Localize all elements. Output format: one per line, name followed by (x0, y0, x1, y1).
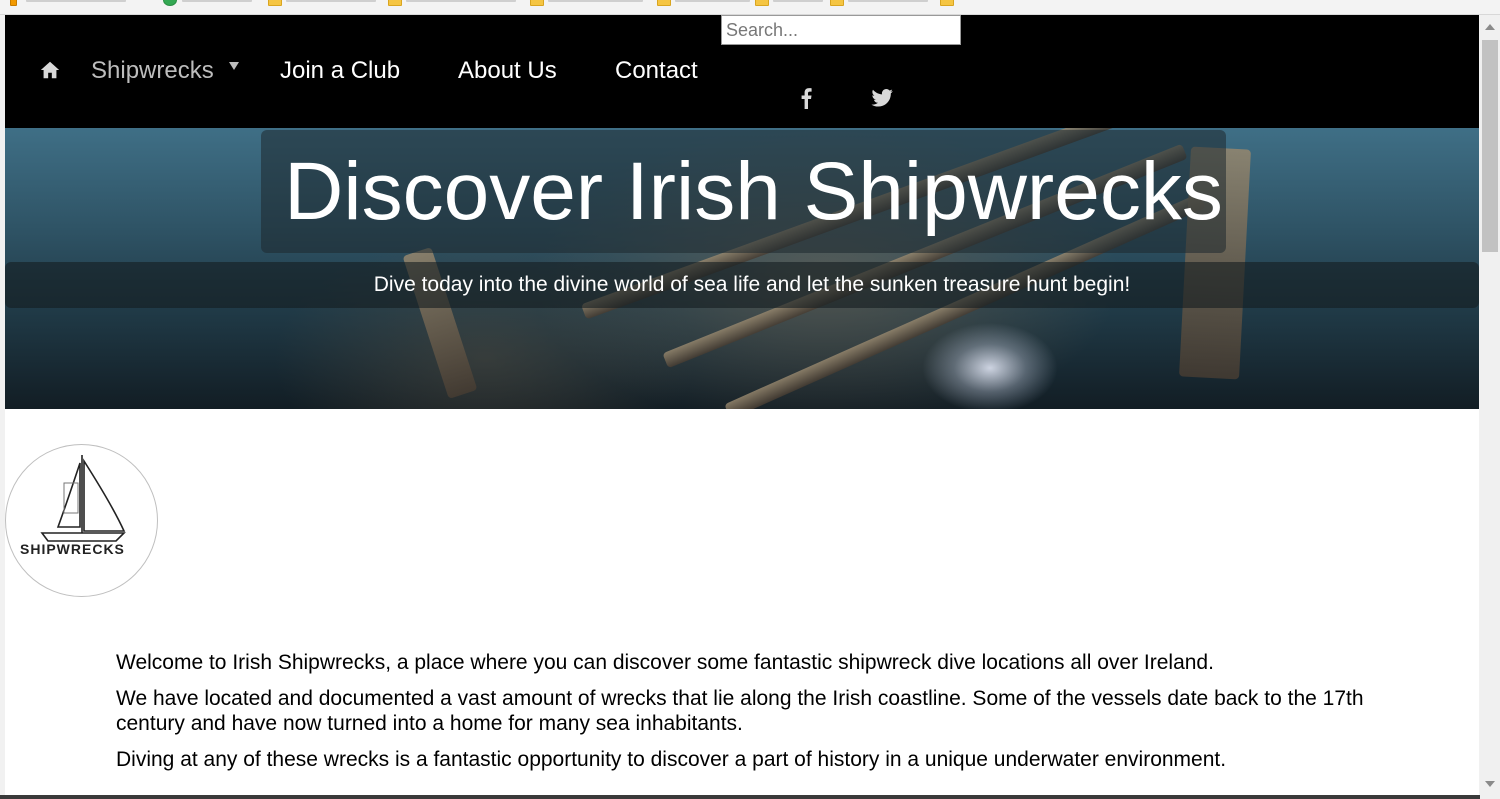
nav-item-contact[interactable]: Contact (615, 57, 698, 85)
page-viewport: Shipwrecks Join a Club About Us Contact … (5, 15, 1479, 799)
folder-icon[interactable] (530, 0, 544, 6)
intro-text: Welcome to Irish Shipwrecks, a place whe… (116, 650, 1386, 783)
search-input[interactable] (721, 15, 961, 45)
bookmark-label[interactable] (773, 0, 823, 2)
twitter-icon[interactable] (871, 89, 893, 107)
hero-subtitle: Dive today into the divine world of sea … (373, 273, 1131, 296)
hero-title: Discover Irish Shipwrecks (284, 146, 1223, 237)
bookmark-label[interactable] (286, 0, 376, 2)
window-bottom-edge (0, 795, 1480, 799)
facebook-icon[interactable] (799, 87, 813, 109)
intro-paragraph: We have located and documented a vast am… (116, 687, 1364, 735)
nav-item-shipwrecks[interactable]: Shipwrecks (91, 57, 214, 85)
bookmark-icon[interactable] (163, 0, 177, 6)
site-logo[interactable]: SHIPWRECKS (5, 444, 158, 597)
scroll-up-arrow-icon[interactable] (1485, 24, 1495, 30)
folder-icon[interactable] (657, 0, 671, 6)
folder-icon[interactable] (388, 0, 402, 6)
folder-icon[interactable] (940, 0, 954, 6)
bookmark-label[interactable] (182, 0, 252, 2)
bookmark-label[interactable] (26, 0, 126, 2)
bookmark-icon[interactable] (10, 0, 17, 6)
top-nav: Shipwrecks Join a Club About Us Contact (5, 15, 1479, 128)
hero-banner: Discover Irish Shipwrecks Dive today int… (5, 128, 1479, 409)
bookmark-label[interactable] (406, 0, 516, 2)
bookmark-label[interactable] (675, 0, 750, 2)
folder-icon[interactable] (268, 0, 282, 6)
bookmarks-bar (0, 0, 1500, 15)
nav-item-join-a-club[interactable]: Join a Club (280, 57, 400, 85)
scrollbar-thumb[interactable] (1482, 40, 1498, 252)
bookmark-label[interactable] (548, 0, 643, 2)
folder-icon[interactable] (830, 0, 844, 6)
logo-wordmark: SHIPWRECKS (20, 541, 125, 557)
sailboat-icon (40, 455, 126, 542)
home-icon[interactable] (39, 59, 61, 81)
chevron-down-icon[interactable] (229, 62, 239, 70)
folder-icon[interactable] (755, 0, 769, 6)
bookmark-label[interactable] (848, 0, 928, 2)
nav-item-about-us[interactable]: About Us (458, 57, 557, 85)
intro-paragraph: Diving at any of these wrecks is a fanta… (116, 748, 1227, 771)
scroll-down-arrow-icon[interactable] (1485, 781, 1495, 787)
intro-paragraph: Welcome to Irish Shipwrecks, a place whe… (116, 651, 1214, 674)
vertical-scrollbar[interactable] (1480, 15, 1500, 799)
